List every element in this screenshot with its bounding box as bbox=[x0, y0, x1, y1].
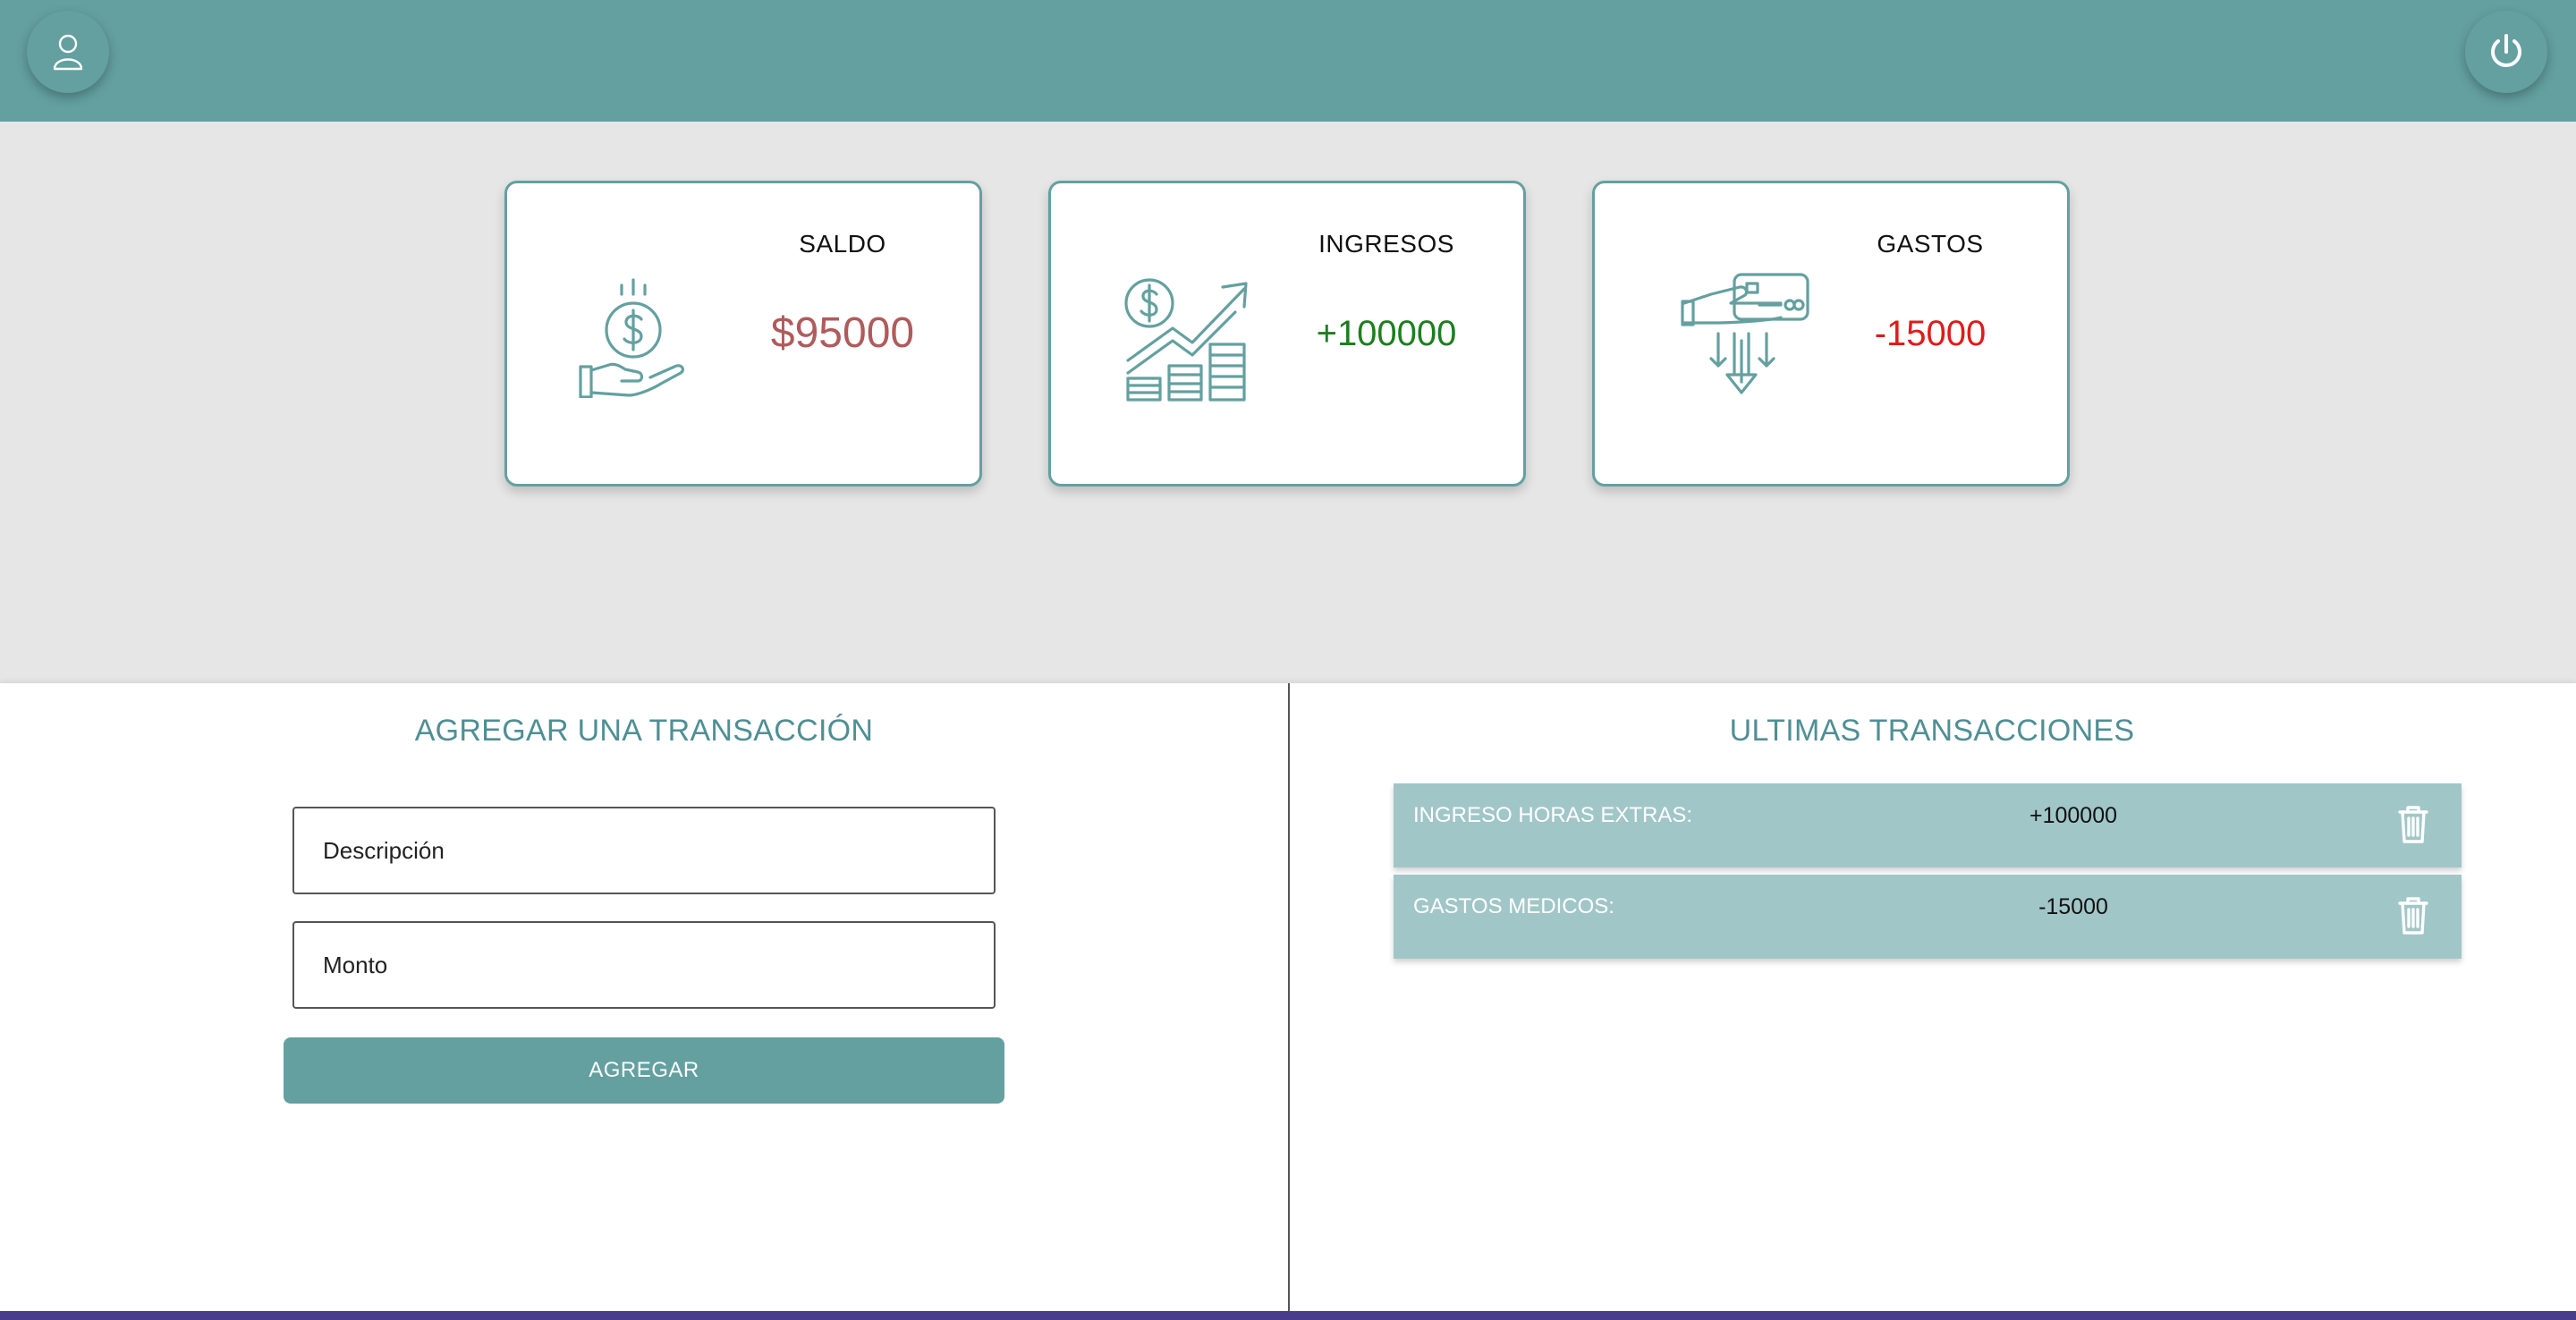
add-transaction-title: AGREGAR UNA TRANSACCIÓN bbox=[414, 714, 874, 748]
bottom-panel: AGREGAR UNA TRANSACCIÓN AGREGAR ULTIMAS … bbox=[0, 683, 2576, 1320]
latest-transactions-title: ULTIMAS TRANSACCIONES bbox=[1729, 714, 2135, 748]
profile-button[interactable] bbox=[27, 11, 109, 93]
card-payment-down-icon bbox=[1681, 273, 1809, 394]
balance-value: $95000 bbox=[770, 309, 915, 357]
income-value: +100000 bbox=[1316, 314, 1457, 353]
expenses-value: -15000 bbox=[1874, 314, 1987, 353]
balance-card: SALDO $95000 bbox=[504, 181, 982, 487]
logout-button[interactable] bbox=[2465, 11, 2547, 93]
list-item: INGRESO HORAS EXTRAS: +100000 bbox=[1394, 783, 2462, 867]
list-item: GASTOS MEDICOS: -15000 bbox=[1394, 875, 2462, 959]
window-bottom-edge bbox=[0, 1311, 2576, 1320]
transaction-description: INGRESO HORAS EXTRAS: bbox=[1413, 803, 1693, 827]
growth-chart-icon bbox=[1124, 278, 1248, 402]
balance-title: SALDO bbox=[799, 230, 886, 258]
top-bar bbox=[0, 0, 2576, 122]
description-input[interactable] bbox=[292, 807, 996, 894]
power-icon bbox=[2491, 34, 2521, 67]
summary-area: SALDO $95000 INGRESOS +100000 GASTOS -15… bbox=[0, 122, 2576, 683]
amount-input[interactable] bbox=[292, 921, 996, 1009]
hand-coin-icon bbox=[579, 278, 685, 398]
transaction-amount: +100000 bbox=[2029, 803, 2118, 828]
add-button[interactable]: AGREGAR bbox=[284, 1037, 1004, 1104]
expenses-title: GASTOS bbox=[1877, 230, 1984, 258]
transaction-amount: -15000 bbox=[2038, 894, 2108, 919]
trash-icon[interactable] bbox=[2397, 805, 2429, 844]
user-icon bbox=[53, 34, 83, 71]
section-divider bbox=[1288, 683, 1290, 1311]
income-card: INGRESOS +100000 bbox=[1048, 181, 1526, 487]
trash-icon[interactable] bbox=[2397, 896, 2429, 935]
expenses-card: GASTOS -15000 bbox=[1592, 181, 2070, 487]
income-title: INGRESOS bbox=[1318, 230, 1454, 258]
transactions-list: INGRESO HORAS EXTRAS: +100000 GASTOS MED… bbox=[1394, 783, 2462, 966]
transaction-description: GASTOS MEDICOS: bbox=[1413, 894, 1614, 918]
